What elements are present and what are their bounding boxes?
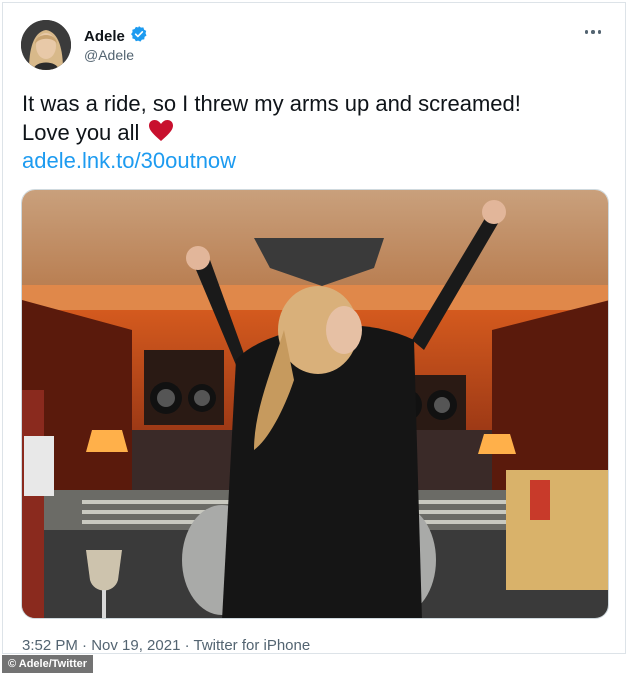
red-heart-icon [146, 120, 174, 145]
verified-badge-icon [130, 25, 148, 48]
tweet-text-line-2: Love you all [22, 120, 140, 145]
more-options-icon[interactable] [581, 23, 605, 41]
tweet-link[interactable]: adele.lnk.to/30outnow [22, 148, 236, 174]
author-name-row[interactable]: Adele [84, 25, 148, 48]
avatar[interactable] [21, 20, 71, 70]
author-name[interactable]: Adele [84, 28, 125, 45]
tweet-text-line-1: It was a ride, so I threw my arms up and… [22, 91, 521, 116]
author-handle[interactable]: @Adele [84, 47, 134, 63]
photo-credit: © Adele/Twitter [2, 655, 94, 673]
tweet-text: It was a ride, so I threw my arms up and… [22, 89, 612, 147]
tweet-timestamp[interactable]: 3:52 PM · Nov 19, 2021 · Twitter for iPh… [22, 637, 310, 654]
tweet-photo[interactable] [21, 189, 609, 619]
tweet-card: Adele @Adele It was a ride, so I threw m… [2, 2, 626, 654]
